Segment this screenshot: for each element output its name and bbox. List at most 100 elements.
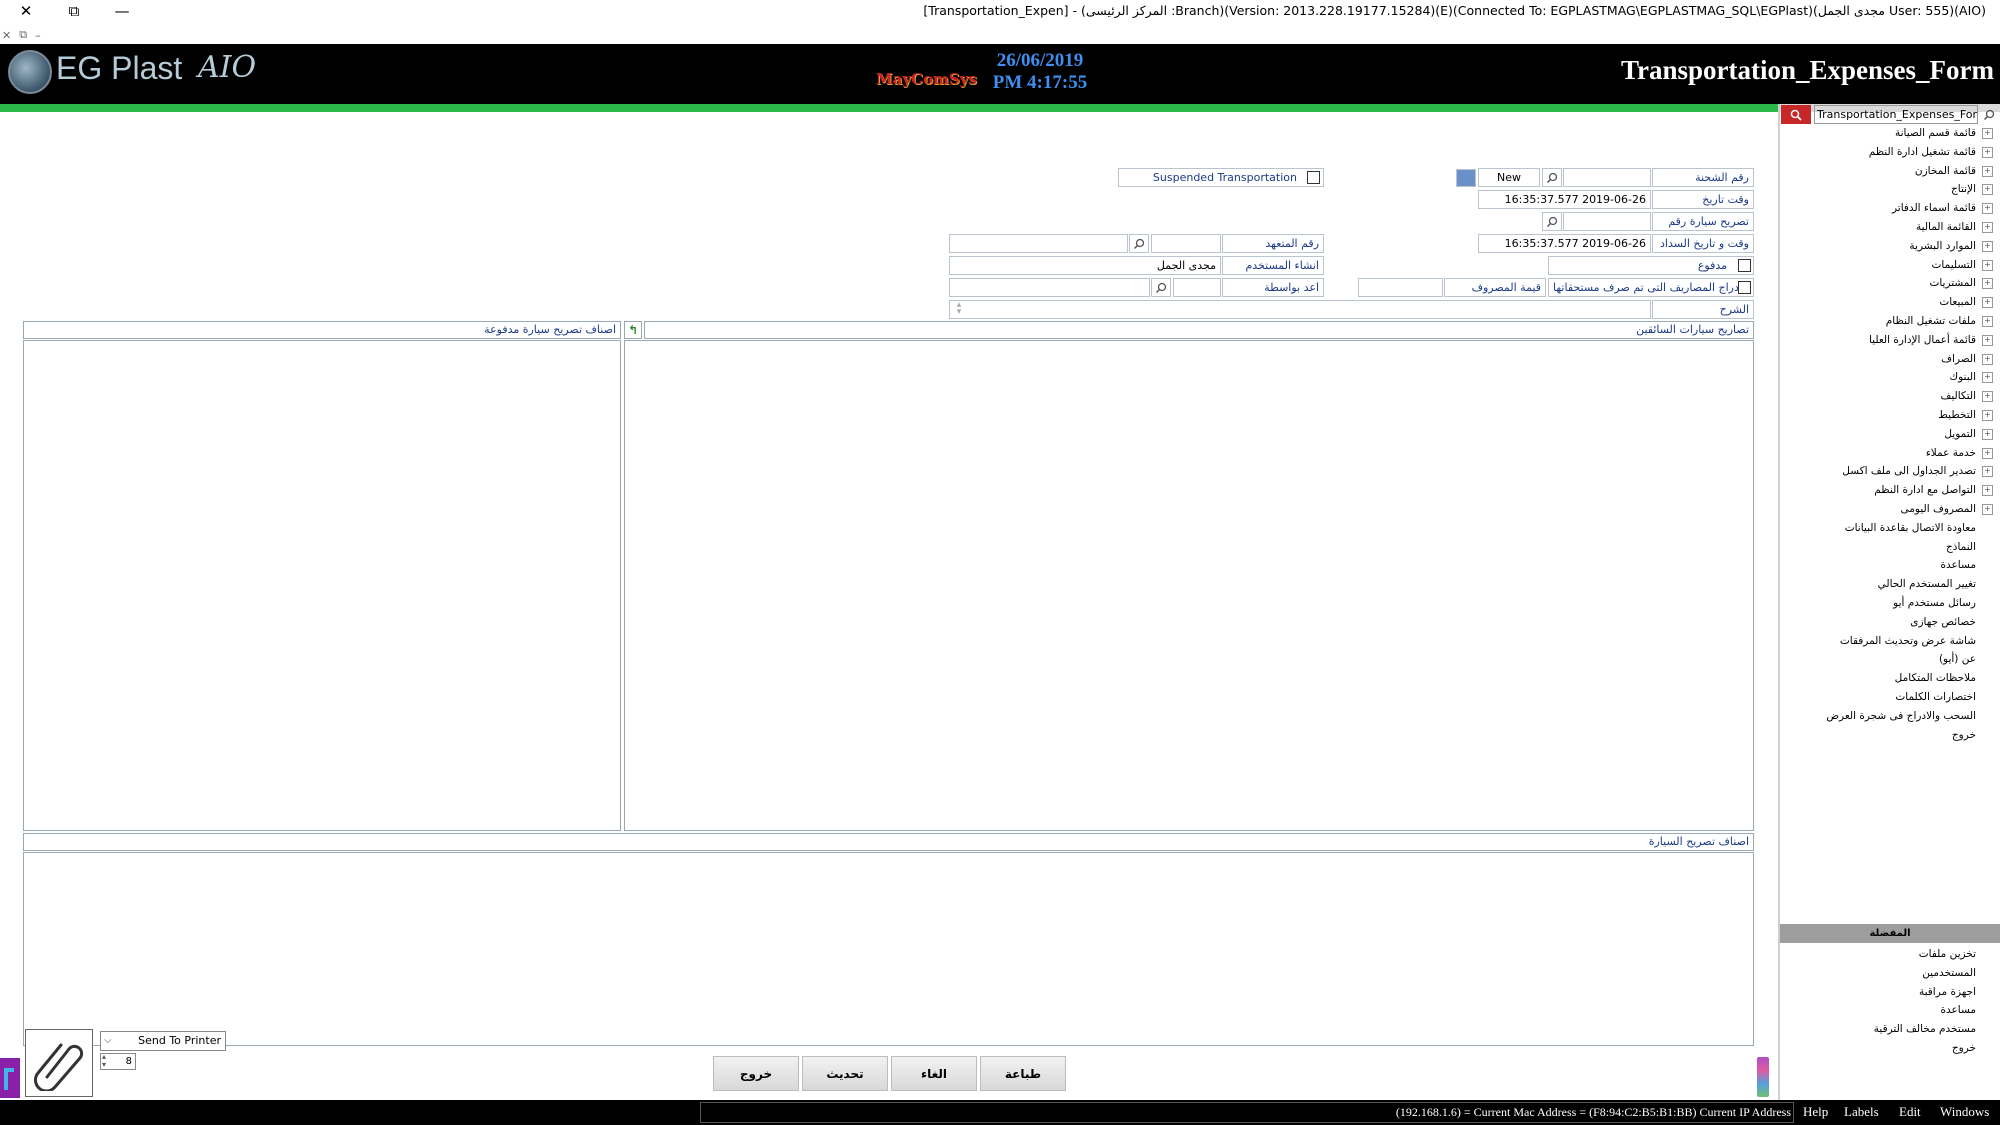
expense-value-input[interactable] [1358,278,1443,297]
color-palette-icon[interactable] [1757,1057,1769,1097]
prepared-by-name-input[interactable] [949,278,1150,297]
menu-item[interactable]: التواصل مع ادارة النظم + [1800,481,1996,500]
favorite-item[interactable]: اجهزة مراقبة [1800,983,1996,1002]
expand-icon[interactable]: + [1982,447,1993,459]
send-to-printer-select[interactable]: ⌵ Send To Printer [100,1031,226,1051]
expand-icon[interactable]: + [1982,221,1993,233]
favorite-item[interactable]: خروج [1800,1039,1996,1058]
transfer-icon[interactable]: ↰ [624,321,642,339]
menu-item[interactable]: عن (أيو) [1800,650,1996,669]
mdi-close-icon[interactable]: ✕ [2,29,11,42]
menu-item[interactable]: خروج [1800,726,1996,745]
menu-item[interactable]: الإنتاج + [1800,180,1996,199]
menu-item[interactable]: التخطيط + [1800,406,1996,425]
expand-icon[interactable]: + [1982,334,1993,346]
prepared-by-search-button[interactable] [1151,278,1171,297]
paid-checkbox[interactable] [1738,259,1751,272]
menu-item[interactable]: ملفات تشغيل النظام + [1800,312,1996,331]
menu-search-input[interactable]: Transportation_Expenses_Form [1814,105,1978,124]
drivers-permits-grid[interactable] [624,340,1754,831]
explanation-input[interactable] [949,300,1651,319]
prepared-by-input[interactable] [1173,278,1221,297]
mdi-minimize-icon[interactable]: – [35,29,41,42]
expand-icon[interactable]: + [1982,278,1993,290]
expand-icon[interactable]: + [1982,165,1993,177]
expand-icon[interactable]: + [1982,353,1993,365]
include-expenses-checkbox[interactable] [1738,281,1751,294]
menu-item[interactable]: قائمة اسماء الدفاتر + [1800,199,1996,218]
menu-item[interactable]: تصدير الجداول الى ملف اكسل + [1800,462,1996,481]
menu-item[interactable]: ملاحظات المتكامل [1800,669,1996,688]
menu-item[interactable]: القائمة المالية + [1800,218,1996,237]
shipment-no-input[interactable] [1563,168,1651,187]
car-permit-input[interactable] [1563,212,1651,231]
expand-icon[interactable]: + [1982,146,1993,158]
expand-icon[interactable]: + [1982,485,1993,497]
menu-item[interactable]: السحب والادراج فى شجرة العرض [1800,707,1996,726]
contractor-name-input[interactable] [949,234,1128,253]
menu-item[interactable]: التسليمات + [1800,256,1996,275]
attachment-button[interactable] [25,1029,93,1097]
contractor-no-input[interactable] [1151,234,1221,253]
menu-edit[interactable]: Edit [1899,1104,1921,1120]
menu-item[interactable]: قائمة تشغيل ادارة النظم + [1800,143,1996,162]
menu-item[interactable]: التكاليف + [1800,387,1996,406]
menu-item[interactable]: المشتريات + [1800,274,1996,293]
expand-icon[interactable]: + [1982,391,1993,403]
menu-item[interactable]: خدمة عملاء + [1800,444,1996,463]
favorite-item[interactable]: مساعدة [1800,1001,1996,1020]
expand-icon[interactable]: + [1982,372,1993,384]
expand-icon[interactable]: + [1982,315,1993,327]
menu-labels[interactable]: Labels [1844,1104,1879,1120]
menu-item[interactable]: المصروف اليومى + [1800,500,1996,519]
contractor-search-button[interactable] [1129,234,1149,253]
expand-icon[interactable]: + [1982,240,1993,252]
expand-icon[interactable]: + [1982,409,1993,421]
mdi-restore-icon[interactable]: ⧉ [19,28,27,42]
expand-icon[interactable]: + [1982,184,1993,196]
expand-icon[interactable]: + [1982,128,1993,139]
menu-item[interactable]: الموارد البشرية + [1800,237,1996,256]
menu-item[interactable]: اختصارات الكلمات [1800,688,1996,707]
explanation-spinner[interactable]: ▴ ▾ [952,301,966,317]
menu-item[interactable]: التمويل + [1800,425,1996,444]
expand-icon[interactable]: + [1982,428,1993,440]
payment-datetime-input[interactable]: 16:35:37.577 2019-06-26 [1478,234,1651,253]
menu-item[interactable]: البنوك + [1800,368,1996,387]
menu-item[interactable]: الصراف + [1800,350,1996,369]
menu-item[interactable]: المبيعات + [1800,293,1996,312]
favorite-item[interactable]: مستخدم مخالف الترقية [1800,1020,1996,1039]
menu-search-button[interactable] [1781,105,1811,124]
expand-icon[interactable]: + [1982,259,1993,271]
menu-item[interactable]: قائمة أعمال الإدارة العليا + [1800,331,1996,350]
menu-item[interactable]: معاودة الاتصال بقاعدة البيانات [1800,519,1996,538]
minimize-window-button[interactable]: — [98,0,146,22]
update-button[interactable]: تحديث [802,1056,888,1091]
new-button[interactable]: New [1478,168,1540,187]
side-tab[interactable] [0,1058,20,1098]
car-permit-items-grid[interactable] [23,852,1754,1046]
menu-item[interactable]: رسائل مستخدم أيو [1800,594,1996,613]
datetime-input[interactable]: 16:35:37.577 2019-06-26 [1478,190,1651,209]
expand-icon[interactable]: + [1982,203,1993,215]
menu-help[interactable]: Help [1803,1104,1828,1120]
cancel-button[interactable]: الغاء [891,1056,977,1091]
favorite-item[interactable]: المستخدمين [1800,964,1996,983]
suspended-transportation-checkbox[interactable] [1307,171,1320,184]
menu-item[interactable]: قائمة المخازن + [1800,162,1996,181]
menu-item[interactable]: قائمة قسم الصيانة + [1800,124,1996,143]
close-window-button[interactable]: ✕ [2,0,50,22]
print-button[interactable]: طباعة [980,1056,1066,1091]
menu-item[interactable]: شاشة عرض وتحديث المرفقات [1800,632,1996,651]
copies-stepper[interactable]: ▴ ▾ 8 [100,1053,136,1070]
exit-button[interactable]: خروج [713,1056,799,1091]
shipment-search-button[interactable] [1542,168,1562,187]
menu-find-button[interactable] [1980,105,1998,124]
expand-icon[interactable]: + [1982,297,1993,309]
menu-item[interactable]: مساعدة [1800,556,1996,575]
created-user-input[interactable]: مجدى الجمل [949,256,1221,275]
menu-item[interactable]: تغيير المستخدم الحالي [1800,575,1996,594]
expand-icon[interactable]: + [1982,503,1993,515]
new-record-icon[interactable] [1456,169,1476,187]
paid-permit-items-grid[interactable] [23,340,621,831]
